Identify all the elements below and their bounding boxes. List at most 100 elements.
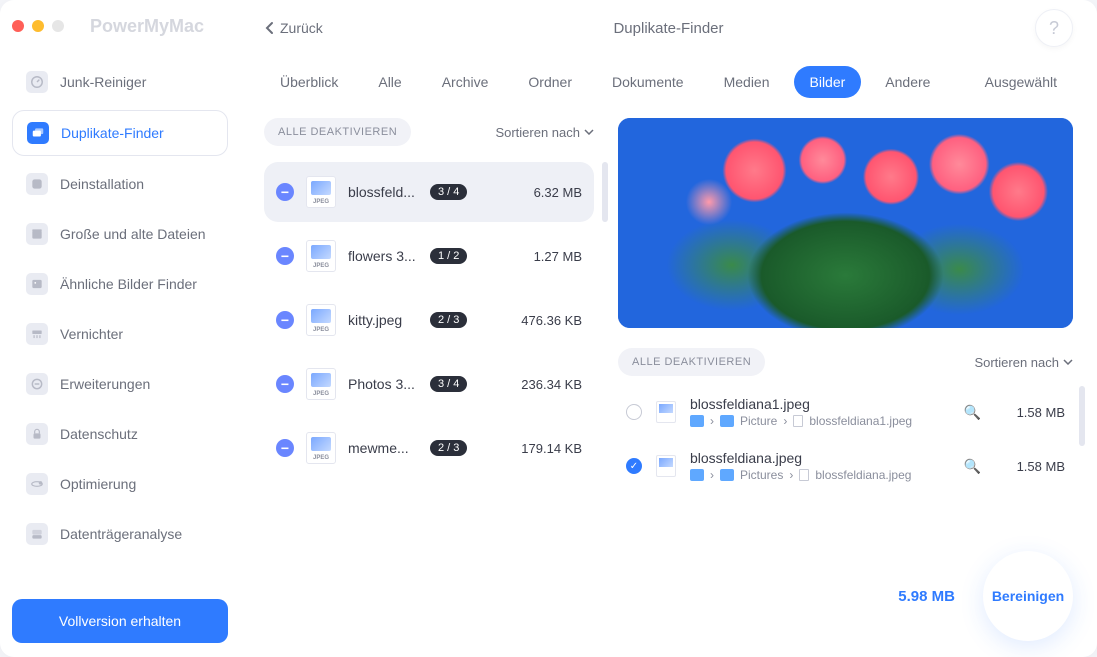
tab-folders[interactable]: Ordner [512, 66, 588, 98]
image-preview [618, 118, 1073, 328]
deselect-all-groups-button[interactable]: ALLE DEAKTIVIEREN [264, 118, 411, 146]
tab-media[interactable]: Medien [708, 66, 786, 98]
sidebar-item-label: Vernichter [60, 326, 123, 342]
sidebar-item-extensions[interactable]: Erweiterungen [12, 362, 228, 406]
group-row[interactable]: − JPEG mewme... 2 / 3 179.14 KB [264, 418, 594, 478]
app-icon [26, 173, 48, 195]
sort-groups-dropdown[interactable]: Sortieren nach [495, 125, 594, 140]
group-count-badge: 2 / 3 [430, 440, 467, 456]
group-name: Photos 3... [348, 376, 418, 392]
page-title: Duplikate-Finder [613, 20, 723, 37]
sidebar-item-label: Datenträgeranalyse [60, 526, 182, 542]
tab-other[interactable]: Andere [869, 66, 946, 98]
tab-selected[interactable]: Ausgewählt [969, 66, 1073, 98]
partial-select-icon[interactable]: − [276, 439, 294, 457]
file-row[interactable]: blossfeldiana1.jpeg ›Picture›blossfeldia… [618, 386, 1073, 438]
sidebar-item-similar-images[interactable]: Ähnliche Bilder Finder [12, 262, 228, 306]
sidebar-nav: Junk-Reiniger Duplikate-Finder Deinstall… [12, 60, 228, 556]
group-row[interactable]: − JPEG kitty.jpeg 2 / 3 476.36 KB [264, 290, 594, 350]
file-name: blossfeldiana.jpeg [690, 450, 950, 466]
image-icon [26, 273, 48, 295]
file-icon [799, 469, 809, 481]
close-window-icon[interactable] [12, 20, 24, 32]
group-count-badge: 3 / 4 [430, 184, 467, 200]
groups-list: − JPEG blossfeld... 3 / 4 6.32 MB − JPEG… [264, 162, 594, 478]
tab-overview[interactable]: Überblick [264, 66, 354, 98]
footer: 5.98 MB Bereinigen [898, 551, 1073, 641]
details-scrollbar[interactable] [1079, 386, 1085, 446]
thumbnail-icon: JPEG [306, 432, 336, 464]
deselect-all-details-button[interactable]: ALLE DEAKTIVIEREN [618, 348, 765, 376]
window-controls: PowerMyMac [12, 14, 228, 38]
tab-all[interactable]: Alle [362, 66, 417, 98]
tab-images[interactable]: Bilder [794, 66, 862, 98]
gauge-icon [26, 71, 48, 93]
upgrade-button[interactable]: Vollversion erhalten [12, 599, 228, 643]
partial-select-icon[interactable]: − [276, 375, 294, 393]
tab-archives[interactable]: Archive [426, 66, 505, 98]
tab-documents[interactable]: Dokumente [596, 66, 700, 98]
chevron-left-icon [264, 21, 274, 35]
sidebar-item-optimization[interactable]: Optimierung [12, 462, 228, 506]
group-name: flowers 3... [348, 248, 418, 264]
group-size: 6.32 MB [534, 185, 582, 200]
lock-icon [26, 423, 48, 445]
partial-select-icon[interactable]: − [276, 183, 294, 201]
chevron-down-icon [584, 129, 594, 135]
sort-details-dropdown[interactable]: Sortieren nach [974, 355, 1073, 370]
file-info: blossfeldiana1.jpeg ›Picture›blossfeldia… [690, 396, 950, 428]
file-row[interactable]: blossfeldiana.jpeg ›Pictures›blossfeldia… [618, 440, 1073, 492]
details-toolbar: ALLE DEAKTIVIEREN Sortieren nach [618, 348, 1073, 376]
clean-button[interactable]: Bereinigen [983, 551, 1073, 641]
sidebar-item-label: Datenschutz [60, 426, 138, 442]
main-panel: Zurück Duplikate-Finder ? Überblick Alle… [240, 0, 1097, 657]
group-row[interactable]: − JPEG Photos 3... 3 / 4 236.34 KB [264, 354, 594, 414]
group-count-badge: 2 / 3 [430, 312, 467, 328]
sidebar-item-label: Deinstallation [60, 176, 144, 192]
sidebar-item-duplicate-finder[interactable]: Duplikate-Finder [12, 110, 228, 156]
folder-icon [720, 415, 734, 427]
group-size: 476.36 KB [521, 313, 582, 328]
category-tabs: Überblick Alle Archive Ordner Dokumente … [240, 56, 1097, 118]
file-info: blossfeldiana.jpeg ›Pictures›blossfeldia… [690, 450, 950, 482]
groups-scrollbar[interactable] [602, 162, 608, 222]
group-size: 1.27 MB [534, 249, 582, 264]
partial-select-icon[interactable]: − [276, 247, 294, 265]
file-checkbox[interactable] [626, 458, 642, 474]
sidebar-item-label: Duplikate-Finder [61, 125, 164, 141]
sidebar-item-large-old-files[interactable]: Große und alte Dateien [12, 212, 228, 256]
reveal-in-finder-icon[interactable]: 🔍 [964, 458, 981, 475]
flower-image-icon [618, 118, 1073, 328]
group-count-badge: 1 / 2 [430, 248, 467, 264]
sidebar-item-uninstaller[interactable]: Deinstallation [12, 162, 228, 206]
file-size: 1.58 MB [995, 459, 1065, 474]
group-count-badge: 3 / 4 [430, 376, 467, 392]
maximize-window-icon[interactable] [52, 20, 64, 32]
sidebar-item-disk-analysis[interactable]: Datenträgeranalyse [12, 512, 228, 556]
groups-toolbar: ALLE DEAKTIVIEREN Sortieren nach [264, 118, 594, 146]
help-button[interactable]: ? [1035, 9, 1073, 47]
partial-select-icon[interactable]: − [276, 311, 294, 329]
brand-label: PowerMyMac [90, 16, 204, 37]
group-name: mewme... [348, 440, 418, 456]
back-button[interactable]: Zurück [264, 20, 323, 36]
folders-icon [27, 122, 49, 144]
folder-icon [690, 469, 704, 481]
details-list: blossfeldiana1.jpeg ›Picture›blossfeldia… [618, 386, 1073, 492]
disk-icon [26, 523, 48, 545]
reveal-in-finder-icon[interactable]: 🔍 [964, 404, 981, 421]
sidebar-item-label: Junk-Reiniger [60, 74, 146, 90]
sidebar: PowerMyMac Junk-Reiniger Duplikate-Finde… [0, 0, 240, 657]
minimize-window-icon[interactable] [32, 20, 44, 32]
sidebar-item-junk-cleaner[interactable]: Junk-Reiniger [12, 60, 228, 104]
back-label: Zurück [280, 20, 323, 36]
group-name: kitty.jpeg [348, 312, 418, 328]
file-checkbox[interactable] [626, 404, 642, 420]
sidebar-item-privacy[interactable]: Datenschutz [12, 412, 228, 456]
extensions-icon [26, 373, 48, 395]
sidebar-item-shredder[interactable]: Vernichter [12, 312, 228, 356]
folder-icon [690, 415, 704, 427]
sidebar-item-label: Optimierung [60, 476, 136, 492]
group-row[interactable]: − JPEG flowers 3... 1 / 2 1.27 MB [264, 226, 594, 286]
group-row[interactable]: − JPEG blossfeld... 3 / 4 6.32 MB [264, 162, 594, 222]
